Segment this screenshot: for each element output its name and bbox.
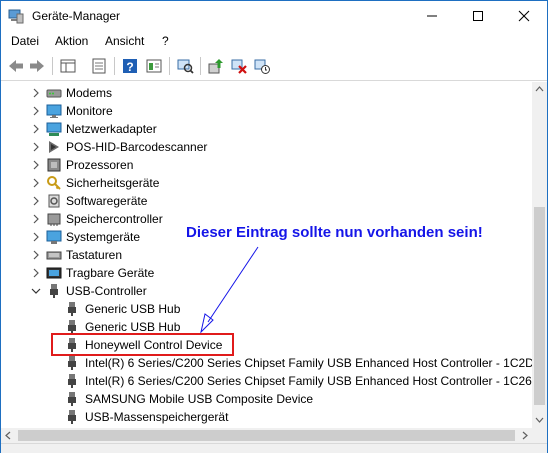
back-arrow-icon[interactable]	[7, 57, 25, 75]
tree-item-label: Speichercontroller	[66, 212, 163, 226]
tree-item-label: Softwaregeräte	[66, 194, 148, 208]
usb-plug-icon	[64, 409, 80, 425]
horizontal-scrollbar[interactable]	[1, 428, 532, 443]
tree-item-samsung-mobile-usb[interactable]: SAMSUNG Mobile USB Composite Device	[1, 390, 532, 408]
tree-item-label: Prozessoren	[66, 158, 134, 172]
chevron-right-icon[interactable]	[31, 141, 41, 153]
chevron-right-icon[interactable]	[31, 177, 41, 189]
usb-plug-icon	[64, 301, 80, 317]
window-title: Geräte-Manager	[32, 9, 121, 23]
menu-datei[interactable]: Datei	[11, 34, 39, 48]
tree-item-label: Modems	[66, 86, 113, 100]
tree-item-intel-usb-host-1c2d[interactable]: Intel(R) 6 Series/C200 Series Chipset Fa…	[1, 354, 532, 372]
update-driver-icon[interactable]	[207, 57, 225, 75]
tree-item-label: Intel(R) 6 Series/C200 Series Chipset Fa…	[85, 356, 532, 370]
tree-item-modems[interactable]: Modems	[1, 84, 532, 102]
scrollbar-corner	[532, 428, 547, 443]
tree-item-label: Generic USB Hub	[85, 302, 181, 316]
uninstall-device-icon[interactable]	[230, 57, 248, 75]
tree-item-usb-controller[interactable]: USB-Controller	[1, 282, 532, 300]
svg-text:?: ?	[126, 60, 133, 74]
tree-item-label: SAMSUNG Mobile USB Composite Device	[85, 392, 314, 406]
tree-item-tragbare-geraete[interactable]: Tragbare Geräte	[1, 264, 532, 282]
tree-item-pos-hid-barcodescanner[interactable]: POS-HID-Barcodescanner	[1, 138, 532, 156]
usb-plug-icon	[46, 283, 62, 299]
tree-item-label: USB-Massenspeichergerät	[85, 410, 229, 424]
annotation-text: Dieser Eintrag sollte nun vorhanden sein…	[186, 224, 483, 241]
highlight-box	[51, 333, 234, 356]
menu-bar: Datei Aktion Ansicht ?	[1, 31, 547, 51]
modem-icon	[46, 85, 62, 101]
device-manager-app-icon	[8, 8, 24, 24]
tree-item-tastaturen[interactable]: Tastaturen	[1, 246, 532, 264]
tree-item-prozessoren[interactable]: Prozessoren	[1, 156, 532, 174]
device-tree: Modems Monitore Netzwerkadapter POS-HID-…	[1, 82, 532, 428]
chevron-right-icon[interactable]	[31, 123, 41, 135]
chevron-right-icon[interactable]	[31, 267, 41, 279]
network-adapter-icon	[46, 121, 62, 137]
usb-plug-icon	[64, 391, 80, 407]
chevron-right-icon[interactable]	[31, 159, 41, 171]
tree-item-label: Tastaturen	[66, 248, 123, 262]
tree-item-netzwerkadapter[interactable]: Netzwerkadapter	[1, 120, 532, 138]
processor-icon	[46, 157, 62, 173]
tree-item-generic-usb-hub-1[interactable]: Generic USB Hub	[1, 300, 532, 318]
chevron-right-icon[interactable]	[31, 195, 41, 207]
storage-controller-icon	[46, 211, 62, 227]
scan-hardware-icon[interactable]	[176, 57, 194, 75]
status-bar	[1, 443, 547, 453]
vertical-scrollbar[interactable]	[532, 82, 547, 428]
system-device-icon	[46, 229, 62, 245]
software-device-icon	[46, 193, 62, 209]
disable-device-icon[interactable]	[253, 57, 271, 75]
chevron-right-icon[interactable]	[31, 231, 41, 243]
tree-item-label: POS-HID-Barcodescanner	[66, 140, 208, 154]
scroll-up-arrow-icon[interactable]	[535, 86, 544, 92]
tree-item-label: Generic USB Hub	[85, 320, 181, 334]
tree-item-label: Sicherheitsgeräte	[66, 176, 160, 190]
scroll-right-arrow-icon[interactable]	[522, 431, 528, 440]
chevron-right-icon[interactable]	[31, 213, 41, 225]
scroll-down-arrow-icon[interactable]	[535, 417, 544, 423]
title-bar[interactable]: Geräte-Manager	[1, 1, 547, 31]
help-icon[interactable]: ?	[121, 57, 139, 75]
menu-ansicht[interactable]: Ansicht	[105, 34, 144, 48]
portable-device-icon	[46, 265, 62, 281]
maximize-button[interactable]	[455, 1, 501, 31]
tree-item-usb-massenspeichergeraet[interactable]: USB-Massenspeichergerät	[1, 408, 532, 426]
barcode-scanner-icon	[46, 139, 62, 155]
action-pane-icon[interactable]	[145, 57, 163, 75]
menu-aktion[interactable]: Aktion	[55, 34, 88, 48]
show-hide-console-tree-icon[interactable]	[59, 57, 77, 75]
vertical-scroll-thumb[interactable]	[534, 207, 545, 405]
security-key-icon	[46, 175, 62, 191]
minimize-button[interactable]	[409, 1, 455, 31]
keyboard-icon	[46, 247, 62, 263]
properties-icon[interactable]	[90, 57, 108, 75]
monitor-icon	[46, 103, 62, 119]
tree-item-softwaregeraete[interactable]: Softwaregeräte	[1, 192, 532, 210]
tree-item-label: Netzwerkadapter	[66, 122, 157, 136]
scroll-left-arrow-icon[interactable]	[5, 431, 11, 440]
horizontal-scroll-thumb[interactable]	[18, 430, 515, 441]
chevron-right-icon[interactable]	[31, 105, 41, 117]
tree-item-label: Tragbare Geräte	[66, 266, 155, 280]
tree-item-monitore[interactable]: Monitore	[1, 102, 532, 120]
tree-item-label: Systemgeräte	[66, 230, 141, 244]
close-button[interactable]	[501, 1, 547, 31]
usb-plug-icon	[64, 355, 80, 371]
tree-item-label: USB-Controller	[66, 284, 147, 298]
usb-plug-icon	[64, 373, 80, 389]
chevron-down-icon[interactable]	[31, 285, 41, 297]
chevron-right-icon[interactable]	[31, 87, 41, 99]
toolbar: ?	[1, 51, 547, 81]
tree-item-sicherheitsgeraete[interactable]: Sicherheitsgeräte	[1, 174, 532, 192]
tree-item-intel-usb-host-1c26[interactable]: Intel(R) 6 Series/C200 Series Chipset Fa…	[1, 372, 532, 390]
menu-help[interactable]: ?	[162, 34, 169, 48]
tree-item-label: Monitore	[66, 104, 113, 118]
tree-item-label: Intel(R) 6 Series/C200 Series Chipset Fa…	[85, 374, 532, 388]
chevron-right-icon[interactable]	[31, 249, 41, 261]
forward-arrow-icon[interactable]	[28, 57, 46, 75]
